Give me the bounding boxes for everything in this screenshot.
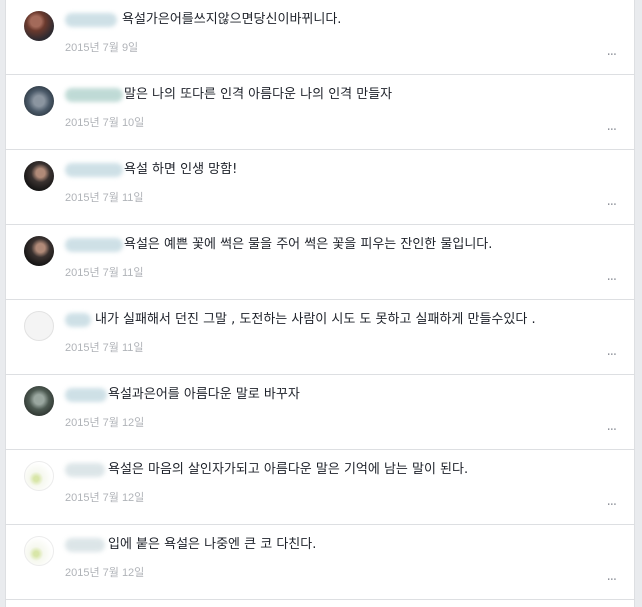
more-options-icon[interactable]: ··· (607, 424, 617, 437)
avatar[interactable] (24, 386, 54, 416)
comment-date[interactable]: 2015년 7월 12일 (65, 414, 144, 430)
more-options-icon[interactable]: ··· (607, 199, 617, 212)
comment-item: 말은 나의 또다른 인격 아름다운 나의 인격 만들자 2015년 7월 10일… (6, 75, 634, 150)
comment-list: 욕설가은어를쓰지않으면당신이바뀌니다. 2015년 7월 9일 ··· 말은 나… (5, 0, 635, 607)
author-name-blurred[interactable] (65, 463, 105, 477)
comment-date[interactable]: 2015년 7월 10일 (65, 114, 144, 130)
more-options-icon[interactable]: ··· (607, 349, 617, 362)
comment-text: 입에 붙은 욕설은 나중엔 큰 코 다친다. (108, 537, 317, 552)
author-name-blurred[interactable] (65, 88, 123, 102)
avatar[interactable] (24, 86, 54, 116)
avatar[interactable] (24, 11, 54, 41)
comment-item: 욕설은 마음의 살인자가되고 아름다운 말은 기억에 남는 말이 된다. 201… (6, 450, 634, 525)
author-name-blurred[interactable] (65, 13, 117, 27)
comment-date[interactable]: 2015년 7월 11일 (65, 339, 143, 355)
comment-date[interactable]: 2015년 7월 12일 (65, 564, 144, 580)
comment-item: 욕설과은어를 아름다운 말로 바꾸자 2015년 7월 12일 ··· (6, 375, 634, 450)
comment-text: 욕설가은어를쓰지않으면당신이바뀌니다. (122, 12, 342, 27)
more-options-icon[interactable]: ··· (607, 499, 617, 512)
author-name-blurred[interactable] (65, 163, 123, 177)
avatar[interactable] (24, 461, 54, 491)
comment-text: 욕설 하면 인생 망함! (124, 162, 238, 177)
avatar[interactable] (24, 311, 54, 341)
more-options-icon[interactable]: ··· (607, 274, 617, 287)
avatar[interactable] (24, 536, 54, 566)
avatar[interactable] (24, 161, 54, 191)
comment-item: 욕설 하면 인생 망함! 2015년 7월 11일 ··· (6, 150, 634, 225)
comment-text: 욕설은 예쁜 꽃에 썩은 물을 주어 썩은 꽃을 피우는 잔인한 물입니다. (124, 237, 493, 252)
author-name-blurred[interactable] (65, 538, 105, 552)
comment-text: 말은 나의 또다른 인격 아름다운 나의 인격 만들자 (124, 87, 393, 102)
author-name-blurred[interactable] (65, 238, 123, 252)
comment-date[interactable]: 2015년 7월 9일 (65, 39, 138, 55)
more-options-icon[interactable]: ··· (607, 574, 617, 587)
author-name-blurred[interactable] (65, 388, 107, 402)
comment-item: 욕설가은어를쓰지않으면당신이바뀌니다. 2015년 7월 9일 ··· (6, 0, 634, 75)
comment-item: 입에 붙은 욕설은 나중엔 큰 코 다친다. 2015년 7월 12일 ··· (6, 525, 634, 600)
comment-date[interactable]: 2015년 7월 11일 (65, 189, 143, 205)
avatar[interactable] (24, 236, 54, 266)
comment-date[interactable]: 2015년 7월 12일 (65, 489, 144, 505)
more-options-icon[interactable]: ··· (607, 49, 617, 62)
comment-date[interactable]: 2015년 7월 11일 (65, 264, 143, 280)
author-name-blurred[interactable] (65, 313, 91, 327)
comment-item: 내가 실패해서 던진 그말 , 도전하는 사람이 시도 도 못하고 실패하게 만… (6, 300, 634, 375)
comment-text: 욕설과은어를 아름다운 말로 바꾸자 (108, 387, 300, 402)
comment-item: 욕설은 예쁜 꽃에 썩은 물을 주어 썩은 꽃을 피우는 잔인한 물입니다. 2… (6, 225, 634, 300)
more-options-icon[interactable]: ··· (607, 124, 617, 137)
comment-text: 욕설은 마음의 살인자가되고 아름다운 말은 기억에 남는 말이 된다. (108, 462, 469, 477)
comment-text: 내가 실패해서 던진 그말 , 도전하는 사람이 시도 도 못하고 실패하게 만… (95, 312, 536, 327)
